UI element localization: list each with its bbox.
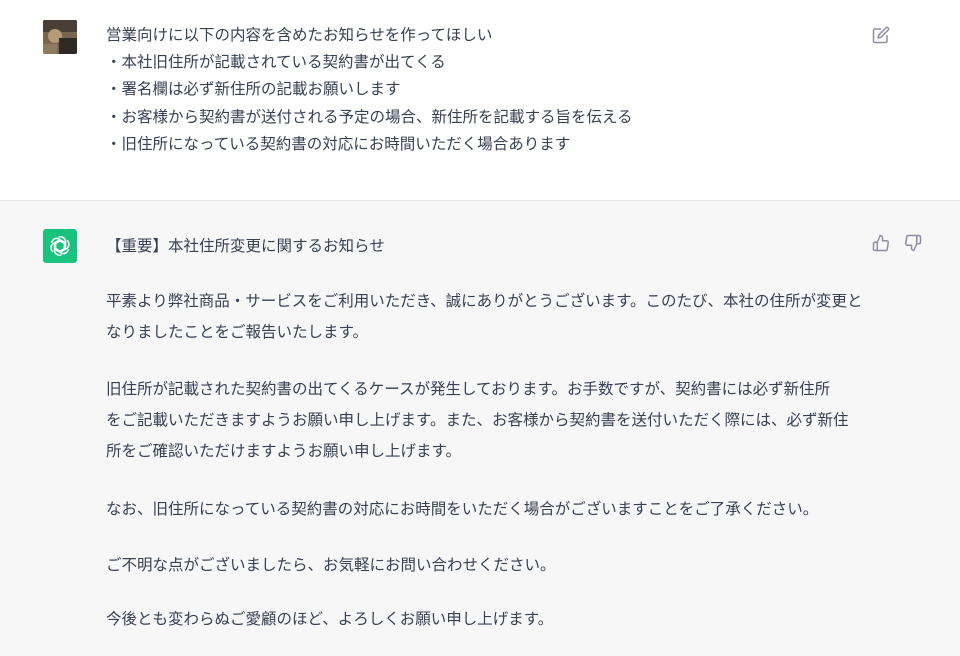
paragraph-line: 平素より弊社商品・サービスをご利用いただき、誠にありがとうございます。このたび、… <box>106 292 863 310</box>
paragraph-line: ご不明な点がございましたら、お気軽にお問い合わせください。 <box>106 556 556 574</box>
assistant-paragraph: 旧住所が記載された契約書の出てくるケースが発生しております。お手数ですが、契約書… <box>106 374 866 467</box>
paragraph-line: なりましたことをご報告いたします。 <box>106 323 368 341</box>
assistant-paragraph: なお、旧住所になっている契約書の対応にお時間をいただく場合がございますことをご了… <box>106 494 866 525</box>
user-message-line: ・署名欄は必ず新住所の記載お願いします <box>106 80 401 99</box>
user-message-line: ・旧住所になっている契約書の対応にお時間いただく場合あります <box>106 134 571 153</box>
user-message-text: 営業向けに以下の内容を含めたお知らせを作ってほしい ・本社旧住所が記載されている… <box>106 22 846 158</box>
paragraph-line: 今後とも変わらぬご愛顧のほど、よろしくお願い申し上げます。 <box>106 610 554 628</box>
thumbs-down-icon[interactable] <box>904 234 922 252</box>
paragraph-line: 旧住所が記載された契約書の出てくるケースが発生しております。お手数ですが、契約書… <box>106 380 831 398</box>
assistant-paragraph: ご不明な点がございましたら、お気軽にお問い合わせください。 <box>106 550 866 581</box>
paragraph-line: なお、旧住所になっている契約書の対応にお時間をいただく場合がございますことをご了… <box>106 500 819 518</box>
user-message-line: ・本社旧住所が記載されている契約書が出てくる <box>106 53 446 72</box>
paragraph-line: をご記載いただきますようお願い申し上げます。また、お客様から契約書を送付いただく… <box>106 411 849 429</box>
user-message-line: 営業向けに以下の内容を含めたお知らせを作ってほしい <box>106 26 493 44</box>
assistant-paragraph: 平素より弊社商品・サービスをご利用いただき、誠にありがとうございます。このたび、… <box>106 286 866 348</box>
paragraph-line: 所をご確認いただけますようお願い申し上げます。 <box>106 442 461 460</box>
assistant-message: 【重要】本社住所変更に関するお知らせ 平素より弊社商品・サービスをご利用いただき… <box>0 201 960 656</box>
assistant-title: 【重要】本社住所変更に関するお知らせ <box>106 237 385 255</box>
openai-logo-icon <box>43 229 77 263</box>
user-message-line: ・お客様から契約書が送付される予定の場合、新住所を記載する旨を伝える <box>106 107 633 126</box>
assistant-paragraph: 今後とも変わらぬご愛顧のほど、よろしくお願い申し上げます。 <box>106 604 866 635</box>
user-message: 営業向けに以下の内容を含めたお知らせを作ってほしい ・本社旧住所が記載されている… <box>0 0 960 201</box>
thumbs-up-icon[interactable] <box>872 234 890 252</box>
user-avatar <box>43 20 77 54</box>
edit-icon[interactable] <box>872 26 890 44</box>
